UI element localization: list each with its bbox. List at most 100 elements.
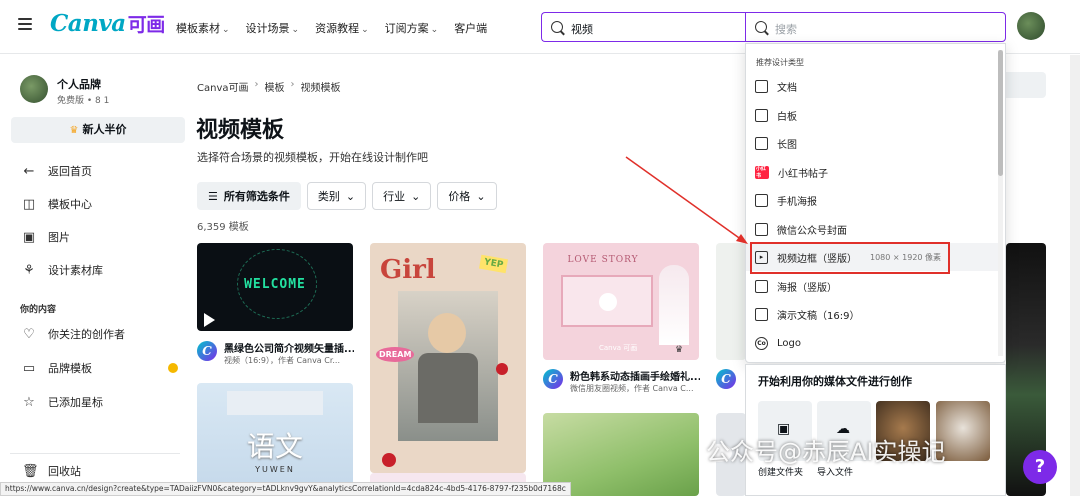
nav-client[interactable]: 客户端: [454, 20, 487, 36]
template-card-2[interactable]: Girl YEP DREAM: [370, 243, 526, 473]
presentation-icon: [755, 307, 768, 321]
elements-icon: ⚘: [23, 262, 35, 278]
card-title[interactable]: 黑绿色公司简介视频矢量插...: [224, 340, 354, 355]
suggestion-phone-poster[interactable]: 手机海报: [746, 186, 998, 214]
logo-icon: Co: [755, 336, 768, 350]
canva-badge-icon: C: [197, 341, 217, 361]
arrow-left-icon: ←: [23, 163, 35, 179]
breadcrumb-video[interactable]: 视频模板: [301, 79, 341, 94]
secondary-search[interactable]: [1006, 72, 1046, 98]
template-count: 6,359 模板: [197, 222, 249, 233]
template-icon: ◫: [22, 196, 36, 212]
breadcrumb-home[interactable]: Canva可画: [197, 79, 249, 94]
canva-badge-icon: C: [543, 369, 563, 389]
search-input-dropdown[interactable]: 搜索: [745, 12, 1006, 42]
suggestion-whiteboard[interactable]: 白板: [746, 101, 998, 129]
media-panel: 开始利用你的媒体文件进行创作 ▣ ☁ 创建文件夹 导入文件: [745, 364, 1006, 496]
suggestion-presentation[interactable]: 演示文稿（16:9）: [746, 300, 998, 328]
industry-filter[interactable]: 行业 ⌄: [372, 182, 432, 210]
star-icon: ☆: [23, 394, 35, 410]
main-nav: 模板素材 ⌄ 设计场景 ⌄ 资源教程 ⌄ 订阅方案 ⌄ 客户端: [176, 20, 487, 36]
suggestion-doc[interactable]: 文档: [746, 72, 998, 100]
template-card-1[interactable]: WELCOME: [197, 243, 353, 331]
highlight-box: [750, 242, 950, 274]
phone-poster-icon: [755, 193, 768, 207]
doc-icon: [755, 79, 768, 93]
sidebar-item-home[interactable]: ← 返回首页: [22, 163, 92, 179]
template-card-3[interactable]: LOVE STORY Canva 可画 ♛: [543, 243, 699, 360]
price-filter[interactable]: 价格 ⌄: [437, 182, 497, 210]
brand-icon: ▭: [22, 360, 36, 376]
watermark: 公众号@赤辰AI实操记: [706, 438, 946, 466]
dropdown-scroll-thumb[interactable]: [998, 50, 1003, 176]
chevron-down-icon: ⌄: [222, 25, 230, 35]
search-input-main[interactable]: 视频: [541, 12, 745, 42]
suggestion-poster[interactable]: 海报（竖版）: [746, 272, 998, 300]
filter-bar: ☰ 所有筛选条件 类别 ⌄ 行业 ⌄ 价格 ⌄: [197, 182, 497, 210]
nav-resources[interactable]: 资源教程 ⌄: [315, 20, 369, 36]
crown-icon: ♛: [69, 125, 79, 136]
image-icon: ▣: [22, 229, 36, 245]
canva-badge-icon: C: [716, 369, 736, 389]
sidebar-item-elements[interactable]: ⚘ 设计素材库: [22, 262, 103, 278]
page-title: 视频模板: [196, 118, 285, 143]
sidebar-item-templates[interactable]: ◫ 模板中心: [22, 196, 92, 212]
card-meta: 微信朋友圈视频，作者 Canva C...: [570, 384, 694, 393]
poster-icon: [755, 279, 768, 293]
nav-scenes[interactable]: 设计场景 ⌄: [246, 20, 300, 36]
divider: [10, 453, 180, 454]
profile-name[interactable]: 个人品牌: [57, 76, 101, 92]
sidebar: 个人品牌 免费版 • 8 1 ♛ 新人半价 ← 返回首页 ◫ 模板中心 ▣ 图片 ⚘ 设计…: [0, 55, 186, 496]
search-icon: [551, 21, 563, 33]
chevron-down-icon: ⌄: [476, 189, 486, 203]
sidebar-item-trash[interactable]: 🗑 回收站: [22, 463, 81, 479]
dropdown-header: 推荐设计类型: [756, 58, 804, 67]
section-title: 你的内容: [20, 305, 57, 315]
heart-icon: ♡: [23, 326, 35, 342]
profile-avatar[interactable]: [20, 75, 48, 103]
xiaohongshu-icon: 小红书: [755, 165, 769, 179]
help-button[interactable]: ?: [1023, 450, 1057, 484]
avatar[interactable]: [1017, 12, 1045, 40]
all-filters-button[interactable]: ☰ 所有筛选条件: [197, 182, 301, 210]
nav-pricing[interactable]: 订阅方案 ⌄: [385, 20, 439, 36]
crown-icon: ♛: [675, 345, 684, 355]
sidebar-item-images[interactable]: ▣ 图片: [22, 229, 70, 245]
search-suggestions-dropdown: 推荐设计类型 文档 白板 长图 小红书 小红书帖子 手机海报 微信公众号封面 ▸ 视…: [745, 43, 1006, 363]
suggestion-long-image[interactable]: 长图: [746, 129, 998, 157]
search-icon: [755, 21, 767, 33]
card-meta: 视频（16:9），作者 Canva Cr...: [224, 356, 341, 365]
menu-icon[interactable]: [18, 18, 32, 30]
category-filter[interactable]: 类别 ⌄: [306, 182, 367, 210]
card-title[interactable]: 粉色韩系动态插画手绘婚礼...: [570, 368, 700, 383]
template-card-6[interactable]: [716, 243, 746, 360]
nav-templates[interactable]: 模板素材 ⌄: [176, 20, 230, 36]
sidebar-item-brand[interactable]: ▭ 品牌模板: [22, 360, 92, 376]
whiteboard-icon: [755, 108, 768, 122]
suggestion-logo[interactable]: Co Logo: [746, 329, 998, 357]
half-price-button[interactable]: ♛ 新人半价: [11, 117, 185, 143]
suggestion-xiaohongshu[interactable]: 小红书 小红书帖子: [746, 158, 998, 186]
trash-icon: 🗑: [22, 463, 39, 479]
suggestion-wechat-cover[interactable]: 微信公众号封面: [746, 215, 998, 243]
crown-badge-icon: [168, 363, 178, 373]
media-title: 开始利用你的媒体文件进行创作: [758, 375, 912, 388]
long-image-icon: [755, 136, 768, 150]
template-card-4[interactable]: 语文 YUWEN: [197, 383, 353, 496]
canva-logo[interactable]: Canva 可画: [50, 10, 165, 37]
chevron-down-icon: ⌄: [361, 25, 369, 35]
sidebar-item-starred[interactable]: ☆ 已添加星标: [22, 394, 103, 410]
sliders-icon: ☰: [208, 189, 218, 203]
chevron-down-icon: ⌄: [291, 25, 300, 35]
breadcrumb: Canva可画 › 模板 › 视频模板: [197, 79, 341, 94]
chevron-down-icon: ⌄: [411, 189, 421, 203]
status-bar: https://www.canva.cn/design?create&type=…: [0, 482, 571, 496]
breadcrumb-templates[interactable]: 模板: [265, 79, 285, 94]
sidebar-item-creators[interactable]: ♡ 你关注的创作者: [22, 326, 125, 342]
chevron-down-icon: ⌄: [430, 25, 439, 35]
page-subtitle: 选择符合场景的视频模板，开始在线设计制作吧: [197, 151, 428, 164]
play-icon: [204, 313, 215, 327]
page-scrollbar[interactable]: [1070, 55, 1080, 496]
profile-plan: 免费版 • 8 1: [57, 96, 110, 106]
chevron-down-icon: ⌄: [345, 189, 356, 203]
